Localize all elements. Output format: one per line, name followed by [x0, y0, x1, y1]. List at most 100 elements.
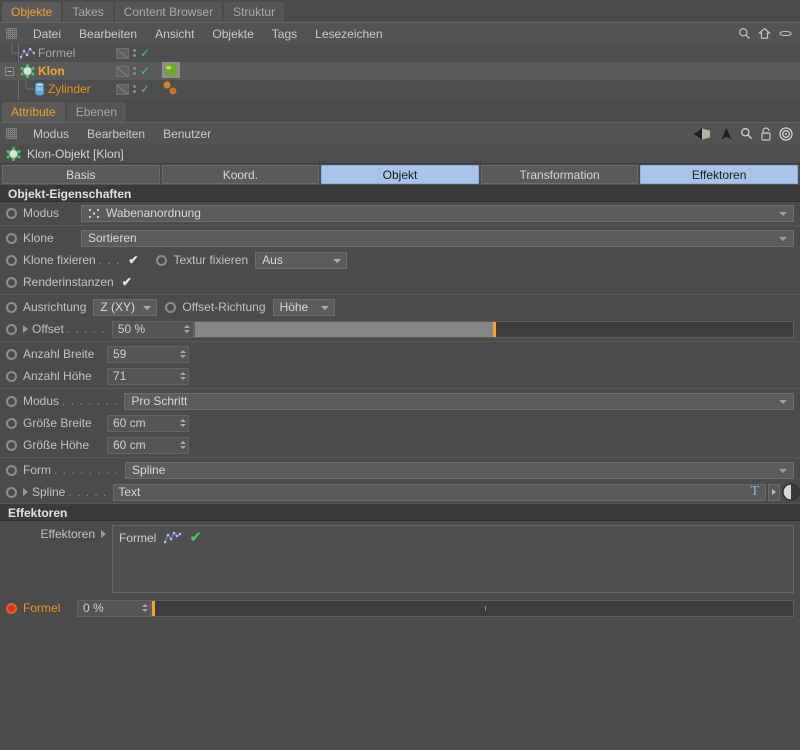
groesse-hoehe-input[interactable]: 60 cm: [107, 437, 189, 454]
menu-ansicht[interactable]: Ansicht: [146, 23, 203, 45]
groesse-hoehe-animate-toggle[interactable]: [6, 440, 17, 451]
form-animate-toggle[interactable]: [6, 465, 17, 476]
menu-lesezeichen[interactable]: Lesezeichen: [306, 23, 391, 45]
groesse-breite-animate-toggle[interactable]: [6, 418, 17, 429]
dot-toggle-icon[interactable]: [133, 48, 136, 59]
modus-dropdown[interactable]: Wabenanordnung: [81, 205, 794, 222]
offset-slider-handle[interactable]: [493, 322, 496, 337]
ausrichtung-dropdown[interactable]: Z (XY): [93, 299, 157, 316]
tab-takes[interactable]: Takes: [63, 2, 112, 22]
green-material-sphere-icon[interactable]: [162, 62, 180, 81]
enabled-check-icon[interactable]: ✓: [140, 47, 150, 59]
menu-datei[interactable]: Datei: [24, 23, 70, 45]
visibility-swatch-icon[interactable]: [116, 48, 129, 59]
ausrichtung-animate-toggle[interactable]: [6, 302, 17, 313]
anzahl-hoehe-animate-toggle[interactable]: [6, 371, 17, 382]
formel-slider-handle[interactable]: [152, 601, 155, 616]
tag-column[interactable]: ✓: [110, 83, 150, 95]
tab-struktur[interactable]: Struktur: [224, 2, 284, 22]
groesse-hoehe-stepper[interactable]: [179, 441, 186, 449]
offset-animate-toggle[interactable]: [6, 324, 17, 335]
up-arrow-icon[interactable]: [720, 127, 733, 141]
textur-fixieren-dropdown[interactable]: Aus: [255, 252, 347, 269]
offset-richtung-animate-toggle[interactable]: [165, 302, 176, 313]
tree-item-klon[interactable]: Klon ✓: [0, 62, 800, 80]
tab-attribute[interactable]: Attribute: [2, 102, 65, 122]
visibility-swatch-icon[interactable]: [116, 84, 129, 95]
drag-grip-icon[interactable]: [6, 28, 17, 39]
effektoren-listbox[interactable]: Formel ✔: [112, 525, 794, 593]
back-arrow-icon[interactable]: [693, 127, 713, 141]
formel-stepper[interactable]: [141, 604, 148, 612]
search-icon[interactable]: [738, 27, 751, 40]
list-item[interactable]: Formel ✔: [119, 530, 202, 545]
expand-arrow-icon[interactable]: [23, 488, 28, 496]
groesse-breite-input[interactable]: 60 cm: [107, 415, 189, 432]
klone-animate-toggle[interactable]: [6, 233, 17, 244]
formel-slider[interactable]: [151, 600, 794, 617]
anzahl-hoehe-input[interactable]: 71: [107, 368, 189, 385]
drag-grip-icon[interactable]: [6, 128, 17, 139]
tag-column[interactable]: ✓: [110, 65, 150, 77]
anzahl-breite-input[interactable]: 59: [107, 346, 189, 363]
list-item-enabled-check-icon[interactable]: ✔: [189, 530, 202, 545]
offset-slider[interactable]: [194, 321, 794, 338]
form-dropdown[interactable]: Spline: [125, 462, 794, 479]
spline-animate-toggle[interactable]: [6, 487, 17, 498]
expand-arrow-icon[interactable]: [101, 530, 106, 538]
tab-content-browser[interactable]: Content Browser: [115, 2, 222, 22]
tab-ebenen[interactable]: Ebenen: [67, 102, 126, 122]
menu-bearbeiten[interactable]: Bearbeiten: [70, 23, 146, 45]
klone-fixieren-animate-toggle[interactable]: [6, 255, 17, 266]
anzahl-breite-animate-toggle[interactable]: [6, 349, 17, 360]
search-icon[interactable]: [740, 127, 753, 140]
dot-toggle-icon[interactable]: [133, 66, 136, 77]
material-tag-column[interactable]: [150, 62, 180, 81]
dot-toggle-icon[interactable]: [133, 84, 136, 95]
visibility-swatch-icon[interactable]: [116, 66, 129, 77]
klone-dropdown[interactable]: Sortieren: [81, 230, 794, 247]
offset-richtung-dropdown[interactable]: Höhe: [273, 299, 335, 316]
klone-fixieren-checkbox[interactable]: ✔: [128, 253, 138, 267]
ellipse-icon[interactable]: [778, 27, 793, 40]
menu-benutzer[interactable]: Benutzer: [154, 123, 220, 145]
anzahl-hoehe-stepper[interactable]: [179, 372, 186, 380]
tab-basis[interactable]: Basis: [2, 165, 160, 184]
offset-stepper[interactable]: [184, 325, 191, 333]
modus2-dropdown[interactable]: Pro Schritt: [124, 393, 794, 410]
renderinstanzen-animate-toggle[interactable]: [6, 277, 17, 288]
tab-effektoren[interactable]: Effektoren: [640, 165, 798, 184]
spline-pick-button[interactable]: [768, 484, 780, 501]
enabled-check-icon[interactable]: ✓: [140, 83, 150, 95]
modus2-animate-toggle[interactable]: [6, 396, 17, 407]
tab-transformation[interactable]: Transformation: [481, 165, 639, 184]
expand-arrow-icon[interactable]: [23, 325, 28, 333]
enabled-check-icon[interactable]: ✓: [140, 65, 150, 77]
menu-bearbeiten[interactable]: Bearbeiten: [78, 123, 154, 145]
menu-tags[interactable]: Tags: [263, 23, 306, 45]
material-tag-column[interactable]: [150, 80, 180, 99]
modus-animate-toggle[interactable]: [6, 208, 17, 219]
formel-record-toggle[interactable]: [6, 603, 17, 614]
menu-objekte[interactable]: Objekte: [203, 23, 262, 45]
target-icon[interactable]: [779, 127, 793, 141]
menu-modus[interactable]: Modus: [24, 123, 78, 145]
circle-icon[interactable]: [782, 483, 800, 501]
tab-objekt[interactable]: Objekt: [321, 165, 479, 184]
tag-column[interactable]: ✓: [110, 47, 150, 59]
offset-input[interactable]: 50 %: [112, 321, 194, 338]
renderinstanzen-checkbox[interactable]: ✔: [122, 275, 132, 289]
tab-objekte[interactable]: Objekte: [2, 2, 61, 22]
formel-input[interactable]: 0 %: [77, 600, 151, 617]
spline-link-field[interactable]: Text T: [113, 484, 766, 501]
orange-dots-icon[interactable]: [162, 80, 180, 99]
groesse-breite-stepper[interactable]: [179, 419, 186, 427]
anzahl-breite-stepper[interactable]: [179, 350, 186, 358]
tree-item-formel[interactable]: Formel ✓: [0, 44, 800, 62]
home-icon[interactable]: [758, 27, 771, 40]
lock-icon[interactable]: [760, 127, 772, 141]
object-tree[interactable]: Formel ✓ Klon ✓: [0, 44, 800, 100]
textur-fixieren-animate-toggle[interactable]: [156, 255, 167, 266]
tree-item-zylinder[interactable]: Zylinder ✓: [0, 80, 800, 98]
tab-koord[interactable]: Koord.: [162, 165, 320, 184]
